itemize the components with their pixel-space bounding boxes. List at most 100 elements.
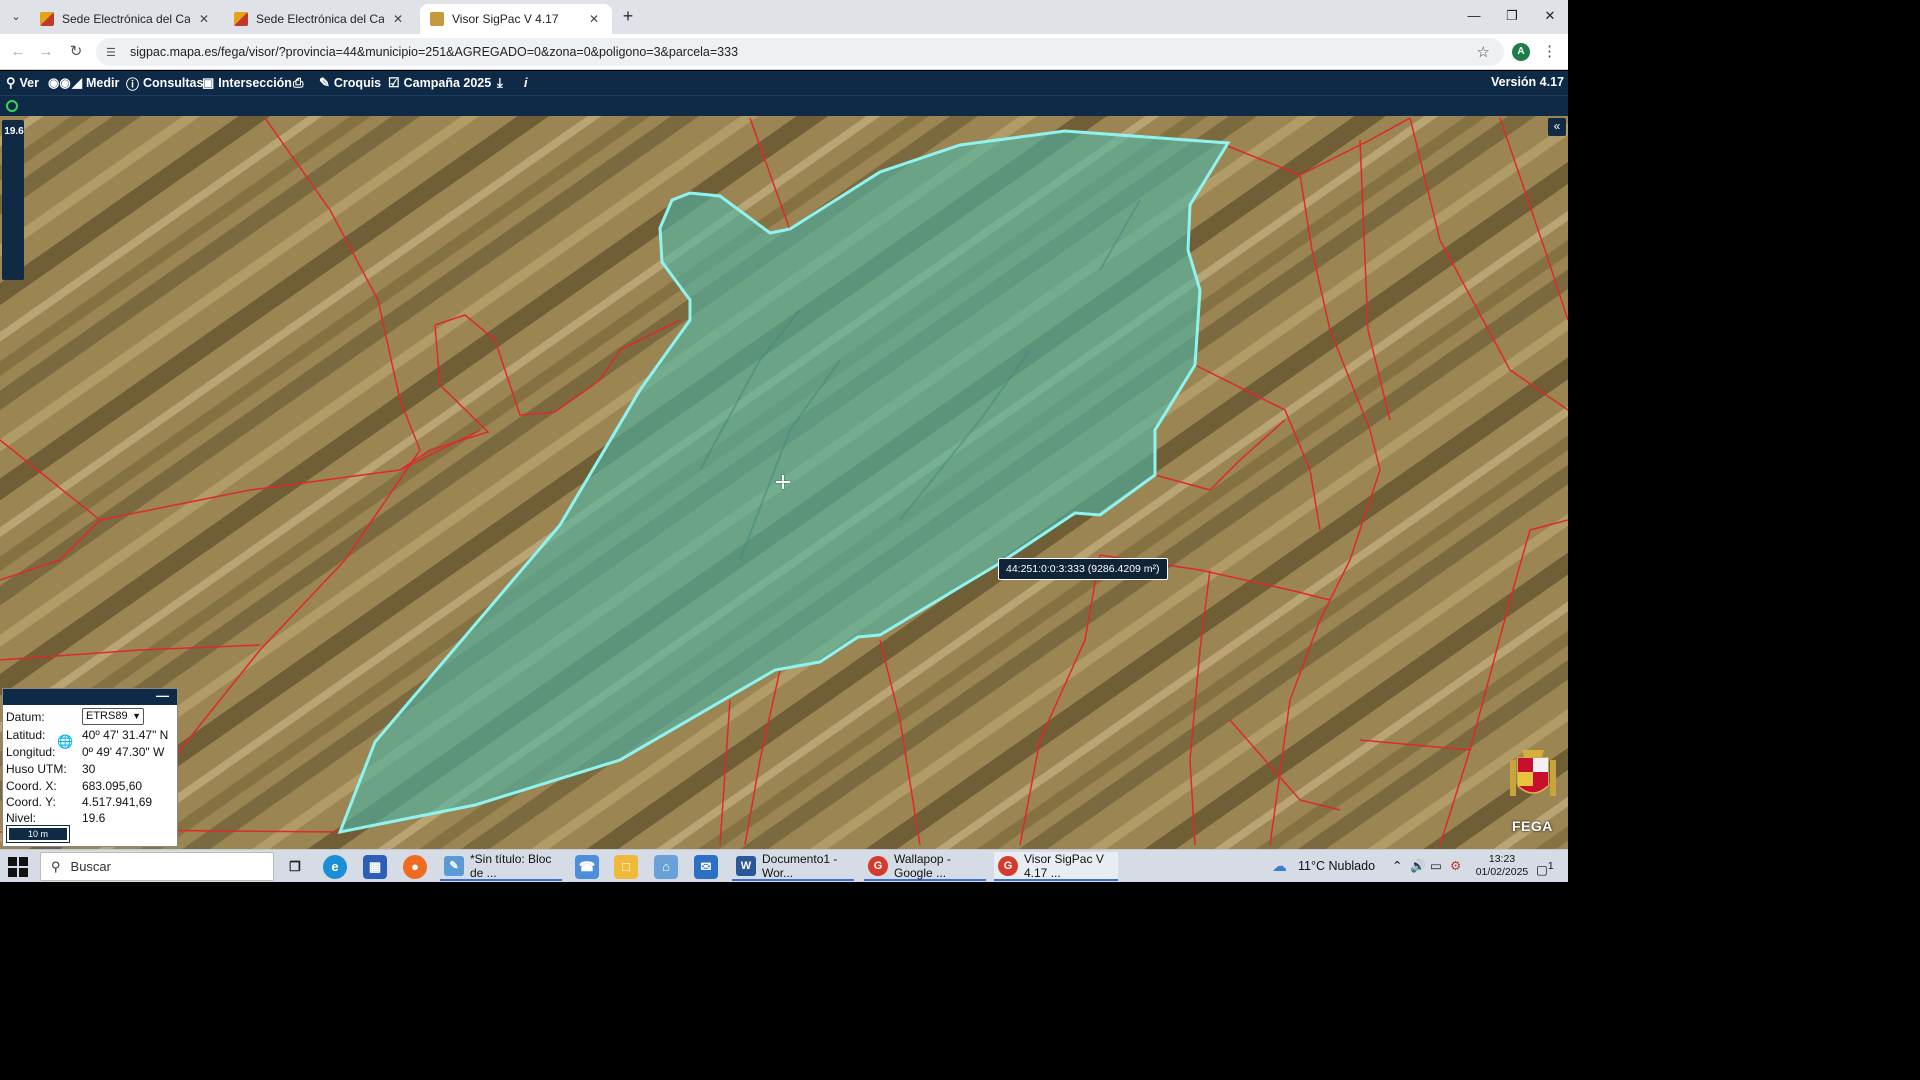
binoculars-icon: ◉◉ [48,75,71,90]
tab-title: Sede Electrónica del Catastro [256,12,384,26]
collapse-panel-icon[interactable]: « [1548,118,1566,136]
nivel-value: 19.6 [82,811,106,825]
clock[interactable]: 13:23 01/02/2025 [1472,853,1532,879]
taskbar-app-word[interactable]: W Documento1 - Wor... [732,852,854,881]
clock-date: 01/02/2025 [1475,866,1529,878]
minimize-button[interactable]: — [1456,6,1492,26]
home-icon[interactable]: ⌂ [654,855,678,879]
tab-search-button[interactable]: ⌄ [6,8,26,26]
back-button[interactable]: ← [8,42,28,62]
ver-button[interactable]: ⚲ Ver [6,74,39,92]
info-icon: i [524,76,528,90]
coord-x-row: Coord. X: 683.095,60 [6,779,176,795]
firefox-icon[interactable]: ● [403,855,427,879]
edge-icon[interactable]: e [323,855,347,879]
info-circle-icon: ⓘ [126,76,140,92]
word-icon: W [736,855,756,876]
url-field[interactable]: ☰ sigpac.mapa.es/fega/visor/?provincia=4… [96,38,1504,66]
huso-label: Huso UTM: [6,762,67,776]
coord-y-row: Coord. Y: 4.517.941,69 [6,795,176,811]
coord-y-value: 4.517.941,69 [82,795,153,809]
mail-icon[interactable]: ✉ [694,855,718,879]
windows-start-icon[interactable] [8,857,28,877]
close-icon[interactable]: ✕ [196,12,212,26]
sigpac-favicon-icon [430,12,444,26]
huso-row: Huso UTM: 30 [6,762,176,778]
coord-y-label: Coord. Y: [6,795,56,809]
browser-menu-icon[interactable]: ⋮ [1542,42,1557,60]
status-circle-icon[interactable] [6,100,18,112]
download-button[interactable]: ⤓ [497,74,507,92]
catastro-favicon-icon [40,12,54,26]
tab-title: Sede Electrónica del Catastro - [62,12,190,26]
zoom-slider[interactable]: 19.6 [2,120,24,280]
version-label: Versión 4.17 [1491,75,1564,89]
chrome-icon: G [998,855,1018,876]
croquis-button[interactable]: ✎ Croquis [319,74,381,92]
notifications-count: 1 [1547,861,1554,872]
tab-catastro-1[interactable]: Sede Electrónica del Catastro - ✕ [30,4,222,34]
print-button[interactable]: ⎙ [293,74,307,92]
app-tray-icon[interactable]: ⚙ [1450,850,1461,883]
taskbar-search-input[interactable]: ⚲ Buscar [40,852,274,881]
taskbar-app-notepad[interactable]: ✎ *Sin título: Bloc de ... [440,852,562,881]
binoculars-button[interactable]: ◉◉ [48,74,75,92]
search-icon: ⚲ [6,75,16,90]
map-view[interactable]: 19.6 « 44:251:0:0:3:333 (9286.4209 m²) —… [0,116,1568,849]
medir-button[interactable]: ◢ Medir [72,74,119,92]
taskbar-app-label: Wallapop - Google ... [894,851,951,880]
chevron-up-icon[interactable]: ⌃ [1392,850,1402,883]
intersection-icon: ▣ [202,75,215,90]
weather-label[interactable]: 11°C Nublado [1298,850,1375,883]
ver-label: Ver [19,76,39,90]
tab-catastro-2[interactable]: Sede Electrónica del Catastro ✕ [224,4,416,34]
file-explorer-icon[interactable]: □ [614,855,638,879]
forward-button[interactable]: → [36,42,56,62]
restore-button[interactable]: ❐ [1494,6,1530,26]
notepad-icon: ✎ [444,855,464,876]
window-close-button[interactable]: ✕ [1532,6,1568,26]
search-icon: ⚲ [51,858,61,874]
volume-icon[interactable]: 🔊 [1410,850,1426,883]
huso-value: 30 [82,762,96,776]
printer-icon: ⎙ [293,75,304,90]
clock-time: 13:23 [1488,853,1516,865]
taskbar-app-chrome-sigpac[interactable]: G Visor SigPac V 4.17 ... [994,852,1118,881]
bookmark-star-icon[interactable]: ☆ [1477,43,1490,61]
datum-label: Datum: [6,710,45,724]
nivel-row: Nivel: 19.6 [6,811,176,827]
minimize-panel-icon[interactable]: — [156,689,169,702]
consultas-label: Consultas [143,76,204,90]
download-icon: ⤓ [497,75,503,90]
network-icon[interactable]: ▭ [1430,850,1442,883]
task-view-icon[interactable]: ❐ [283,855,307,879]
store-icon[interactable]: ▦ [363,855,387,879]
coord-x-label: Coord. X: [6,779,57,793]
reload-button[interactable]: ↻ [66,42,86,62]
datum-select[interactable]: ETRS89 ▼ [82,708,144,725]
info-button[interactable]: i [524,74,527,92]
coord-x-value: 683.095,60 [82,779,143,793]
longitude-label: Longitud: [6,745,56,759]
url-text: sigpac.mapa.es/fega/visor/?provincia=44&… [130,45,739,59]
phone-link-icon[interactable]: ☎ [575,855,599,879]
coordinates-panel: — Datum: ETRS89 ▼ 🌐 Latitud: 40º 47' 31.… [2,688,178,847]
close-icon[interactable]: ✕ [586,12,602,26]
interseccion-label: Intersección [218,76,292,90]
new-tab-button[interactable]: + [618,6,638,26]
medir-label: Medir [86,76,120,90]
taskbar-app-chrome-wallapop[interactable]: G Wallapop - Google ... [864,852,986,881]
ruler-icon: ◢ [72,75,82,90]
tab-sigpac[interactable]: Visor SigPac V 4.17 ✕ [420,4,612,34]
weather-icon[interactable]: ☁ [1272,850,1287,883]
notifications-icon[interactable]: ▢1 [1536,850,1554,883]
site-info-icon[interactable]: ☰ [106,46,120,59]
close-icon[interactable]: ✕ [390,12,406,26]
datum-row: Datum: ETRS89 ▼ [6,708,176,726]
croquis-label: Croquis [333,76,382,90]
profile-avatar[interactable]: A [1512,43,1530,61]
campana-button[interactable]: ☑ Campaña 2025 [388,74,491,92]
interseccion-button[interactable]: ▣ Intersección [202,74,292,92]
latitude-label: Latitud: [6,728,46,742]
consultas-button[interactable]: ⓘ Consultas [126,74,203,92]
